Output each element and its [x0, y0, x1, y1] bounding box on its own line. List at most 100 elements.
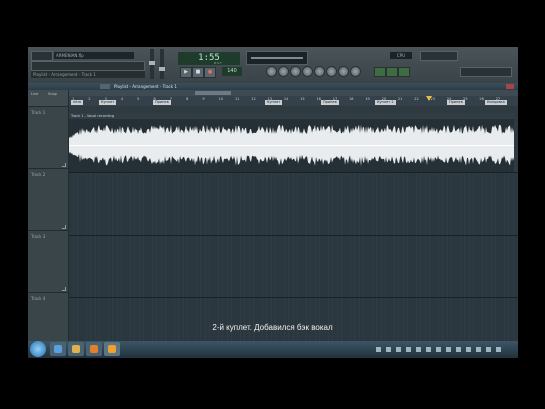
cpu-meter: CPU: [390, 52, 412, 59]
track-header-3[interactable]: Track 3: [28, 230, 68, 293]
taskbar-fl-studio[interactable]: [104, 342, 120, 356]
pattern-led[interactable]: [386, 67, 398, 77]
taskbar-media[interactable]: [86, 342, 102, 356]
knob[interactable]: [302, 66, 313, 77]
ruler-tick: 15: [300, 97, 305, 101]
screen: ARMENIAN.flp Playlist - Arrangement - Tr…: [28, 47, 518, 358]
ruler-tick: 8: [186, 97, 189, 101]
track-name: Track 4: [31, 296, 46, 301]
tray-icon[interactable]: [436, 347, 441, 352]
tray-icon[interactable]: [396, 347, 401, 352]
ruler-tick: 21: [397, 97, 403, 101]
playlist-titlebar[interactable]: Playlist - Arrangement - Track 1: [28, 83, 518, 90]
section-marker[interactable]: Куплет: [99, 100, 117, 105]
master-volume-fader[interactable]: [149, 49, 155, 79]
fader-cap[interactable]: [159, 67, 165, 71]
close-icon[interactable]: [506, 84, 514, 89]
project-title-field: ARMENIAN.flp: [54, 52, 134, 59]
timeline-ruler[interactable]: 1 2 3 4 5 6 7 8 9 10 11 12 13 14 15 16 17 18 19 20 21 22 23 24 2…: [69, 90, 518, 106]
section-marker[interactable]: Припев: [153, 100, 171, 105]
start-button-icon[interactable]: [30, 341, 46, 357]
tray-icon[interactable]: [466, 347, 471, 352]
playhead-marker-icon[interactable]: [426, 96, 432, 101]
taskbar-ie[interactable]: [50, 342, 66, 356]
tray-icon[interactable]: [456, 347, 461, 352]
ruler-tick: 18: [349, 97, 354, 101]
waveform-center-line: [69, 145, 514, 146]
track-lane-3[interactable]: [69, 235, 518, 298]
system-tray: [366, 341, 516, 358]
knob[interactable]: [338, 66, 349, 77]
tray-icon[interactable]: [416, 347, 421, 352]
tray-icon[interactable]: [446, 347, 451, 352]
tray-icon[interactable]: [486, 347, 491, 352]
section-marker[interactable]: Припев: [321, 100, 339, 105]
song-position-display[interactable]: 1:55: [178, 52, 240, 65]
panel-selector[interactable]: [460, 67, 512, 77]
pattern-led[interactable]: [374, 67, 386, 77]
tray-icon[interactable]: [386, 347, 391, 352]
tray-icon[interactable]: [426, 347, 431, 352]
knob[interactable]: [350, 66, 361, 77]
snap-label[interactable]: Snap: [48, 92, 57, 96]
track-header-2[interactable]: Track 2: [28, 168, 68, 231]
subtitle: 2-й куплет. Добавился бэк вокал: [212, 323, 333, 332]
tray-icon[interactable]: [476, 347, 481, 352]
resize-corner-icon[interactable]: [62, 163, 66, 167]
master-pitch-fader[interactable]: [159, 49, 165, 79]
media-player-icon: [90, 345, 98, 353]
taskbar: [28, 341, 518, 358]
tray-icon[interactable]: [406, 347, 411, 352]
ruler-tick: 4: [120, 97, 124, 101]
panel-selector[interactable]: [420, 51, 458, 61]
ruler-tick: 14: [283, 97, 289, 101]
playlist-tracks[interactable]: Track 1 - Vocal recording: [69, 106, 518, 358]
track-header-column: Line Snap Track 1 Track 2 Track 3 Track …: [28, 90, 69, 358]
track-header-top: Line Snap: [28, 90, 68, 106]
section-marker[interactable]: Куплет: [265, 100, 283, 105]
menu-strip[interactable]: [31, 51, 53, 61]
waveform: [69, 124, 514, 167]
ruler-tick: 10: [218, 97, 224, 101]
ruler-tick: 9: [202, 97, 205, 101]
ruler-tick: 11: [234, 97, 240, 101]
section-marker[interactable]: Intro: [71, 100, 84, 105]
play-button[interactable]: ▶: [180, 67, 192, 78]
section-marker[interactable]: Куплет 2: [375, 100, 396, 105]
pattern-led[interactable]: [398, 67, 410, 77]
fl-studio-icon: [108, 345, 116, 353]
main-toolbar: ARMENIAN.flp Playlist - Arrangement - Tr…: [28, 47, 518, 83]
knob[interactable]: [290, 66, 301, 77]
record-button[interactable]: ●: [204, 67, 216, 78]
track-lane-2[interactable]: [69, 172, 518, 236]
tempo-display[interactable]: 140: [222, 67, 242, 76]
folder-icon: [72, 345, 80, 353]
resize-corner-icon[interactable]: [62, 287, 66, 291]
taskbar-explorer[interactable]: [68, 342, 84, 356]
section-marker[interactable]: Концовка: [485, 100, 507, 105]
track-name: Track 2: [31, 172, 46, 177]
oscilloscope-monitor: [246, 51, 308, 65]
resize-corner-icon[interactable]: [62, 225, 66, 229]
knob[interactable]: [314, 66, 325, 77]
ruler-tick: 22: [414, 97, 419, 101]
window-arrows-icon[interactable]: [100, 84, 110, 89]
horizontal-scrollbar[interactable]: [69, 90, 518, 96]
track-header-1[interactable]: Track 1: [28, 106, 68, 169]
ruler-tick: 5: [137, 97, 140, 101]
line-label[interactable]: Line: [31, 92, 38, 96]
menu-bar[interactable]: [31, 61, 145, 71]
ruler-tick: 12: [251, 97, 256, 101]
fader-cap[interactable]: [149, 61, 155, 65]
tray-icon[interactable]: [376, 347, 381, 352]
ie-icon: [54, 345, 62, 353]
audio-clip[interactable]: Track 1 - Vocal recording: [69, 113, 514, 172]
knob[interactable]: [278, 66, 289, 77]
section-marker[interactable]: Припев: [447, 100, 465, 105]
scroll-thumb[interactable]: [195, 91, 231, 95]
tray-icon[interactable]: [496, 347, 501, 352]
knob[interactable]: [266, 66, 277, 77]
stop-button[interactable]: ■: [192, 67, 204, 78]
ruler-tick: 19: [365, 97, 370, 101]
knob[interactable]: [326, 66, 337, 77]
